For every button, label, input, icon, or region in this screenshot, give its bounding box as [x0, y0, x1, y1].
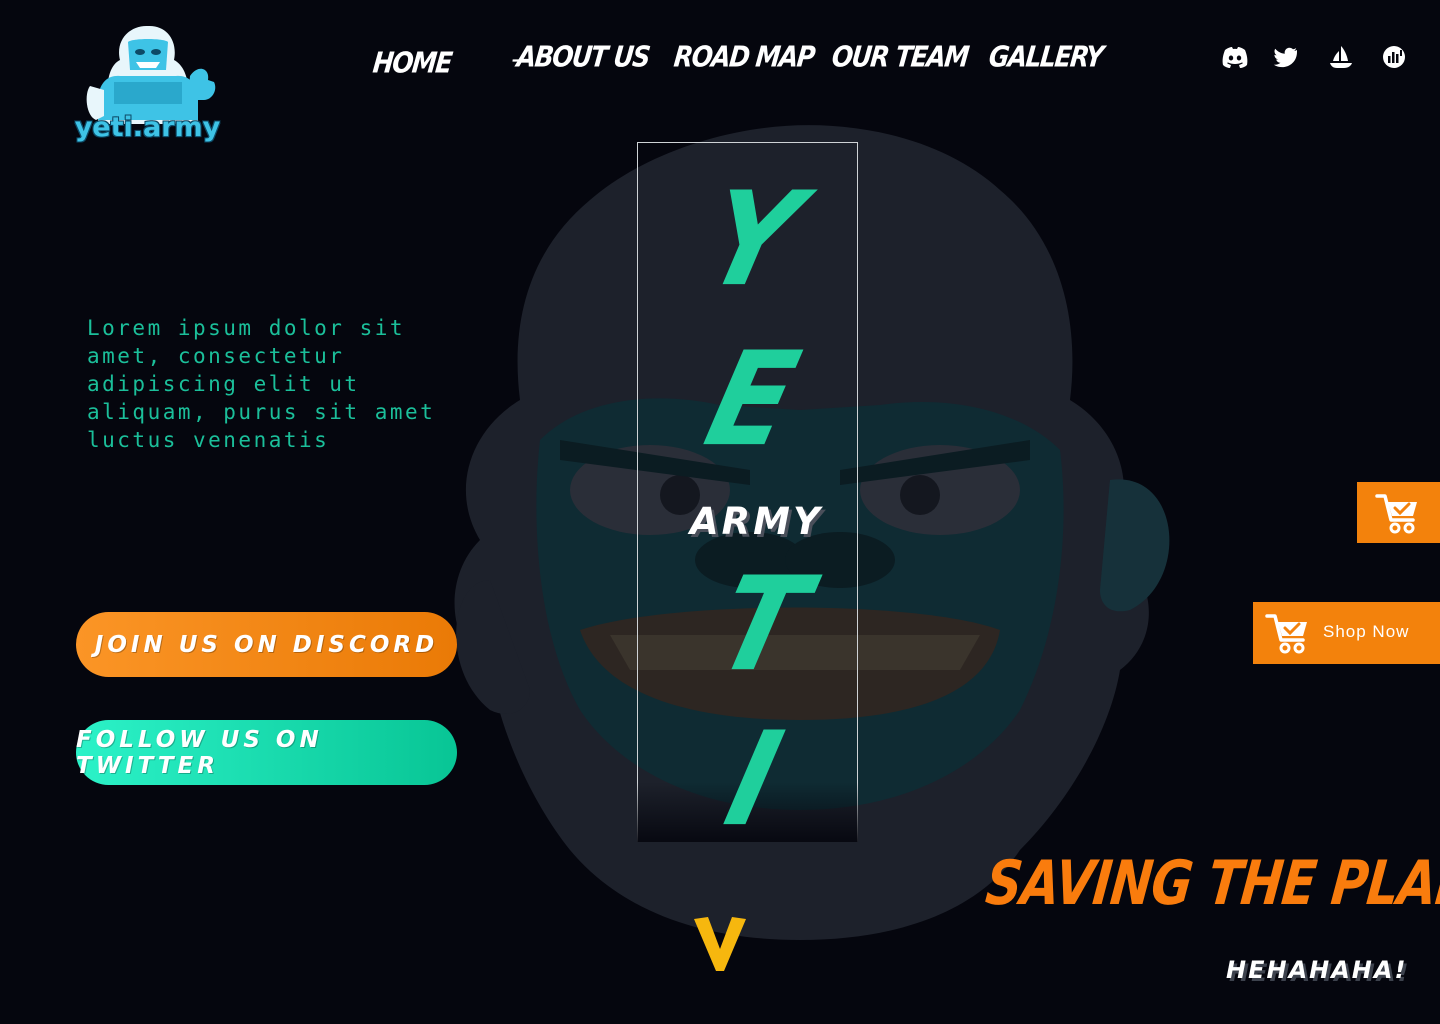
army-subtitle: ARMY	[690, 500, 823, 543]
scroll-down-arrow-icon[interactable]	[692, 915, 748, 973]
nav-home[interactable]: HOME	[371, 46, 453, 79]
cart-tab[interactable]	[1357, 482, 1440, 543]
landing-page: yeti.army HOME ABOUT US ROAD MAP OUR TEA…	[0, 0, 1440, 1024]
title-letter-y: Y	[691, 163, 815, 315]
tagline: SAVING THE PLANET	[982, 848, 1440, 919]
cart-check-icon	[1375, 494, 1417, 534]
nav-road-map[interactable]: ROAD MAP	[672, 40, 815, 73]
laugh-text: HEHAHAHA!	[1226, 956, 1408, 984]
title-letter-i: I	[713, 703, 795, 855]
title-letter-e: E	[693, 323, 812, 475]
twitter-icon[interactable]	[1272, 43, 1300, 71]
discord-icon[interactable]	[1221, 43, 1249, 71]
opensea-icon[interactable]	[1327, 43, 1355, 71]
stats-icon[interactable]	[1380, 43, 1408, 71]
follow-twitter-button[interactable]: FOLLOW US ON TWITTER	[76, 720, 457, 785]
hero-intro-text: Lorem ipsum dolor sit amet, consectetur …	[87, 316, 436, 452]
nav-our-team[interactable]: OUR TEAM	[830, 40, 969, 73]
nav-about-us[interactable]: ABOUT US	[515, 40, 651, 73]
shop-now-label: Shop Now	[1323, 622, 1410, 641]
logo-wordmark: yeti.army	[74, 112, 221, 143]
yeti-army-logo[interactable]: yeti.army	[60, 20, 235, 155]
shop-now-tab[interactable]: Shop Now	[1253, 602, 1440, 664]
cart-check-icon	[1265, 614, 1307, 654]
join-discord-button[interactable]: JOIN US ON DISCORD	[76, 612, 457, 677]
nav-gallery[interactable]: GALLERY	[987, 40, 1104, 73]
title-letter-t: T	[703, 548, 822, 700]
